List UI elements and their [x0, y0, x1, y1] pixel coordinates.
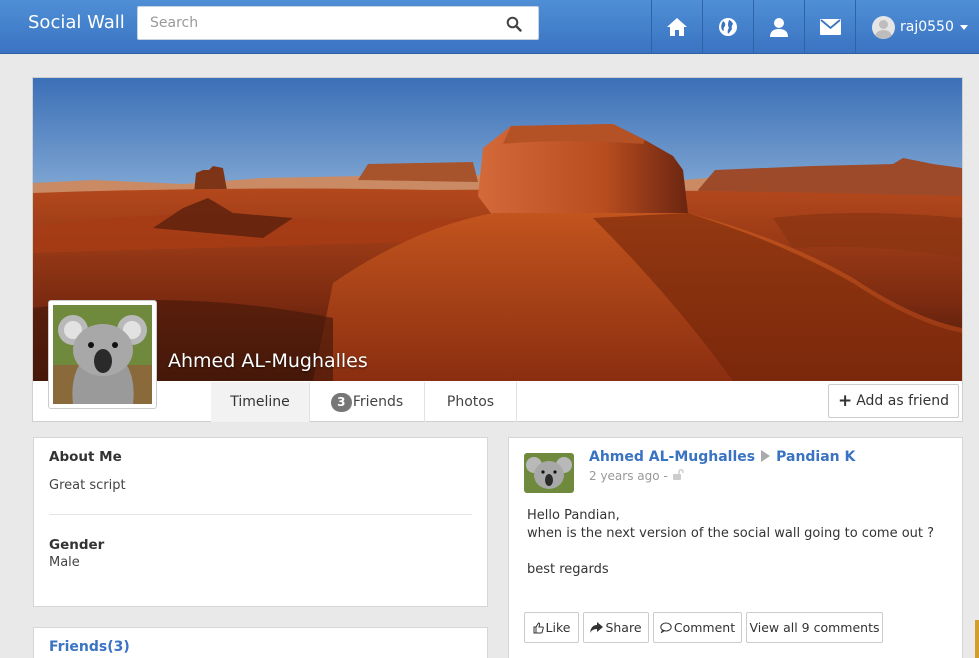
comment-label: Comment: [673, 620, 736, 635]
post-line: when is the next version of the social w…: [527, 526, 935, 541]
add-friend-label: Add as friend: [856, 393, 950, 409]
post-header: Ahmed AL-Mughalles Pandian K: [589, 449, 855, 465]
username-label: raj0550: [900, 19, 954, 35]
profile-tabs: Timeline 3 Friends Photos: [211, 382, 517, 422]
like-button[interactable]: Like: [524, 612, 579, 643]
tab-friends-label: Friends: [352, 394, 404, 410]
post-actions: Like Share Comment View all 9 comments: [524, 612, 887, 643]
friends-count-badge: 3: [330, 392, 352, 412]
tab-timeline-label: Timeline: [230, 394, 290, 410]
tab-photos-label: Photos: [446, 394, 495, 410]
search-box: [137, 6, 539, 40]
post-line: best regards: [527, 562, 609, 577]
unlock-icon: [672, 469, 684, 483]
home-icon[interactable]: [651, 0, 702, 54]
share-icon: [590, 622, 604, 633]
share-button[interactable]: Share: [583, 612, 649, 643]
brand-logo[interactable]: Social Wall: [28, 12, 125, 33]
tab-timeline[interactable]: Timeline: [211, 382, 310, 422]
globe-icon[interactable]: [702, 0, 753, 54]
comment-icon: [660, 622, 672, 633]
top-navbar: Social Wall raj0550: [0, 0, 979, 54]
friends-card: Friends(3): [33, 627, 488, 658]
meta-separator: -: [663, 469, 668, 483]
add-friend-button[interactable]: + Add as friend: [828, 384, 959, 418]
profile-name: Ahmed AL-Mughalles: [168, 350, 368, 372]
divider: [49, 514, 472, 515]
about-me-heading: About Me: [49, 449, 122, 465]
profile-header: Ahmed AL-Mughalles Timeline 3 Friends Ph…: [32, 77, 963, 422]
post-line: Hello Pandian,: [527, 508, 620, 523]
arrow-right-icon: [761, 450, 771, 462]
timeline-post: Ahmed AL-Mughalles Pandian K 2 years ago …: [508, 437, 963, 658]
gender-value: Male: [49, 555, 80, 570]
view-all-comments-label: View all 9 comments: [749, 620, 880, 635]
search-input[interactable]: [138, 7, 488, 39]
scroll-to-top-tab[interactable]: [975, 620, 979, 658]
plus-icon: +: [837, 391, 853, 411]
user-icon[interactable]: [753, 0, 804, 54]
post-recipient-link[interactable]: Pandian K: [776, 449, 855, 465]
tab-photos[interactable]: Photos: [425, 382, 517, 422]
post-author-avatar[interactable]: [524, 453, 574, 493]
post-time[interactable]: 2 years ago: [589, 469, 660, 483]
caret-down-icon: [959, 24, 968, 30]
post-line: [527, 543, 934, 561]
search-icon[interactable]: [506, 16, 522, 32]
like-label: Like: [545, 620, 571, 635]
user-menu[interactable]: raj0550: [855, 0, 979, 54]
view-all-comments-button[interactable]: View all 9 comments: [746, 612, 883, 643]
cover-photo: [33, 78, 962, 381]
post-author-link[interactable]: Ahmed AL-Mughalles: [589, 449, 755, 465]
friends-link[interactable]: Friends(3): [49, 639, 130, 655]
about-me-card: About Me Great script Gender Male: [33, 437, 488, 607]
post-meta: 2 years ago -: [589, 469, 684, 483]
thumbs-up-icon: [533, 621, 544, 633]
gender-heading: Gender: [49, 537, 105, 553]
profile-avatar[interactable]: [48, 300, 157, 409]
envelope-icon[interactable]: [804, 0, 855, 54]
tab-friends[interactable]: 3 Friends: [310, 382, 425, 422]
share-label: Share: [605, 620, 642, 635]
avatar: [872, 15, 895, 39]
comment-button[interactable]: Comment: [653, 612, 742, 643]
nav-menu: raj0550: [651, 0, 979, 54]
post-body: Hello Pandian, when is the next version …: [527, 507, 934, 579]
about-me-bio: Great script: [49, 478, 126, 493]
